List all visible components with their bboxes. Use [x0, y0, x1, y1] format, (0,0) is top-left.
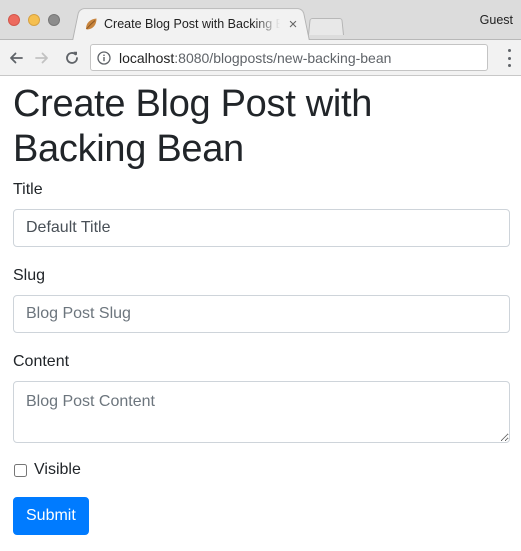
window-maximize-button[interactable] [48, 14, 60, 26]
submit-button[interactable]: Submit [13, 497, 89, 535]
page-content: Create Blog Post with Backing Bean Title… [13, 76, 510, 535]
window-minimize-button[interactable] [28, 14, 40, 26]
content-label: Content [13, 353, 70, 370]
visible-checkbox[interactable] [14, 463, 27, 477]
slug-input[interactable] [13, 295, 510, 333]
info-icon[interactable] [97, 50, 111, 65]
tab-close-icon[interactable]: × [286, 17, 300, 32]
content-textarea[interactable] [13, 381, 510, 443]
title-label: Title [13, 181, 43, 198]
url-text: localhost:8080/blogposts/new-backing-bea… [119, 50, 391, 66]
menu-dot [507, 49, 511, 52]
reload-button[interactable] [61, 47, 83, 69]
browser-toolbar: localhost:8080/blogposts/new-backing-bea… [0, 40, 521, 76]
address-bar[interactable]: localhost:8080/blogposts/new-backing-bea… [90, 44, 488, 71]
arrow-right-icon [35, 52, 48, 64]
visible-checkbox-row: Visible [13, 461, 510, 479]
menu-dot [507, 56, 511, 60]
profile-label[interactable]: Guest [480, 13, 513, 27]
reload-icon [66, 51, 78, 64]
browser-tab[interactable]: Create Blog Post with Backing Bean × [84, 8, 300, 40]
arrow-left-icon [10, 52, 23, 64]
visible-label[interactable]: Visible [34, 461, 81, 479]
url-host: localhost [119, 49, 175, 66]
forward-button[interactable] [31, 47, 53, 69]
title-input[interactable] [13, 209, 510, 247]
blog-post-form: Title Slug Content Visible Submit [13, 180, 510, 535]
menu-dot [507, 64, 511, 67]
tab-title: Create Blog Post with Backing Bean [104, 17, 280, 31]
url-path: :8080/blogposts/new-backing-bean [174, 49, 392, 66]
page-title: Create Blog Post with Backing Bean [13, 83, 373, 170]
new-tab-button[interactable] [308, 18, 344, 35]
more-vertical-icon[interactable] [505, 49, 513, 67]
back-button[interactable] [5, 47, 27, 69]
spring-leaf-icon [86, 18, 97, 30]
window-close-button[interactable] [8, 14, 20, 26]
slug-label: Slug [13, 267, 46, 284]
browser-tab-bar: Create Blog Post with Backing Bean × Gue… [0, 0, 521, 41]
